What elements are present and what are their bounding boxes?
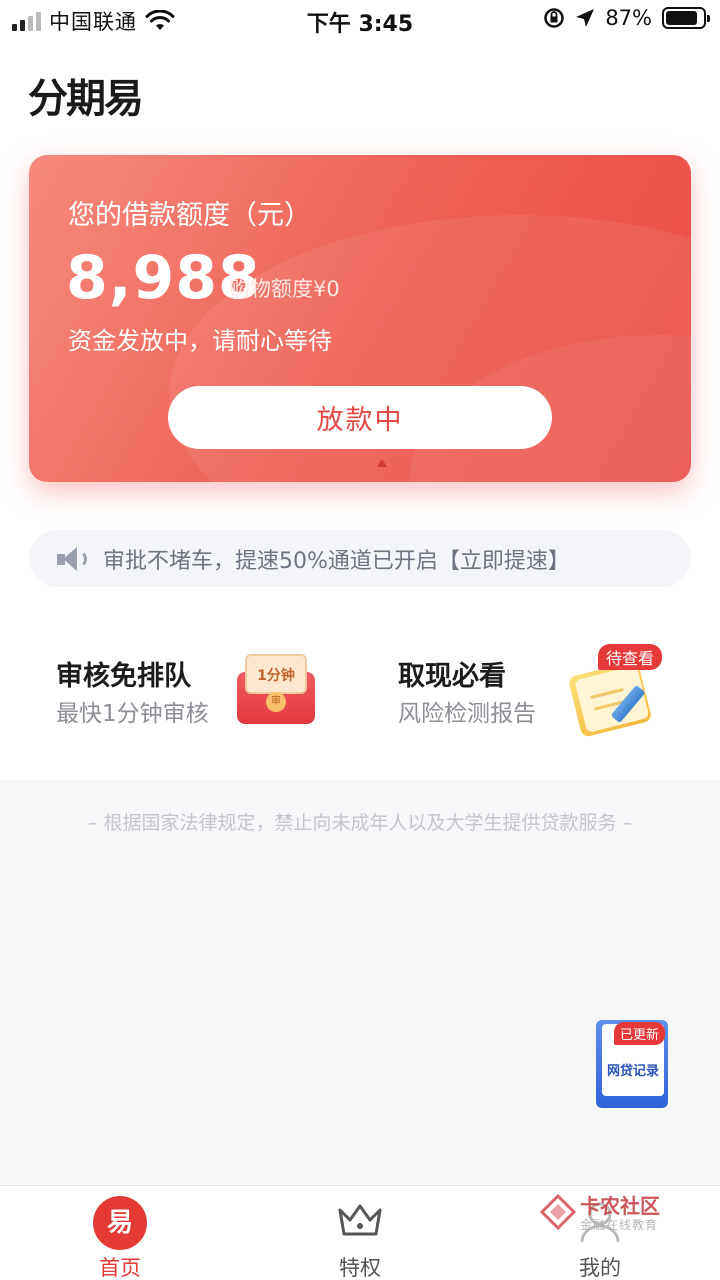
notice-bar[interactable]: 审批不堵车，提速50%通道已开启【立即提速】 [29,530,691,587]
tab-label: 特权 [339,1256,381,1280]
loan-record-label: 网贷记录 [606,1064,659,1079]
credit-limit-card: 您的借款额度（元） 8,988 购物额度¥0 资金发放中，请耐心等待 放款中 [29,155,691,482]
home-logo-icon: 易 [93,1196,147,1250]
envelope-label: 1分钟 [245,654,307,694]
loan-status-button[interactable]: 放款中 [168,386,552,449]
rotation-lock-icon [544,8,565,28]
status-bar: 中国联通 下午 3:45 87% [0,0,720,40]
watermark-logo-icon [540,1194,576,1230]
notice-text: 审批不堵车，提速50%通道已开启【立即提速】 [103,548,570,574]
tab-label: 首页 [99,1256,141,1280]
community-watermark: 卡农社区 金融在线教育 [540,1190,670,1238]
crown-icon [338,1204,382,1236]
content-background [0,780,720,1185]
pending-badge: 待查看 [598,644,663,670]
tab-privileges[interactable]: 特权 [240,1186,480,1280]
feature-withdraw-guide[interactable]: 取现必看 风险检测报告 待查看 [398,644,718,750]
battery-fill [666,11,698,25]
location-arrow-icon [576,9,595,27]
watermark-subtitle: 金融在线教育 [580,1218,659,1232]
app-logo: 分期易 [28,76,144,122]
battery-percent: 87% [605,6,652,30]
feature-title: 取现必看 [398,661,506,692]
feature-subtitle: 风险检测报告 [398,701,536,727]
feature-title: 审核免排队 [56,661,191,692]
status-right: 87% [543,6,710,30]
loan-record-widget[interactable]: 已更新 网贷记录 [594,1014,672,1110]
shopping-quota: 购物额度¥0 [229,277,340,301]
legal-notice: – 根据国家法律规定，禁止向未成年人以及大学生提供贷款服务 – [87,812,633,834]
updated-badge: 已更新 [614,1022,666,1045]
battery-icon [662,7,710,29]
feature-subtitle: 最快1分钟审核 [56,701,209,727]
red-envelope-icon: 1分钟 审 [237,654,315,724]
loan-status-text: 资金发放中，请耐心等待 [68,327,332,355]
envelope-seal: 审 [266,692,286,712]
watermark-title: 卡农社区 [580,1194,660,1218]
feature-fast-review[interactable]: 审核免排队 最快1分钟审核 1分钟 审 [56,650,376,750]
tab-label: 我的 [579,1256,621,1280]
card-pointer-icon [377,459,387,467]
speaker-icon [57,545,89,573]
tab-home[interactable]: 易 首页 [0,1186,240,1280]
credit-limit-label: 您的借款额度（元） [68,200,311,231]
